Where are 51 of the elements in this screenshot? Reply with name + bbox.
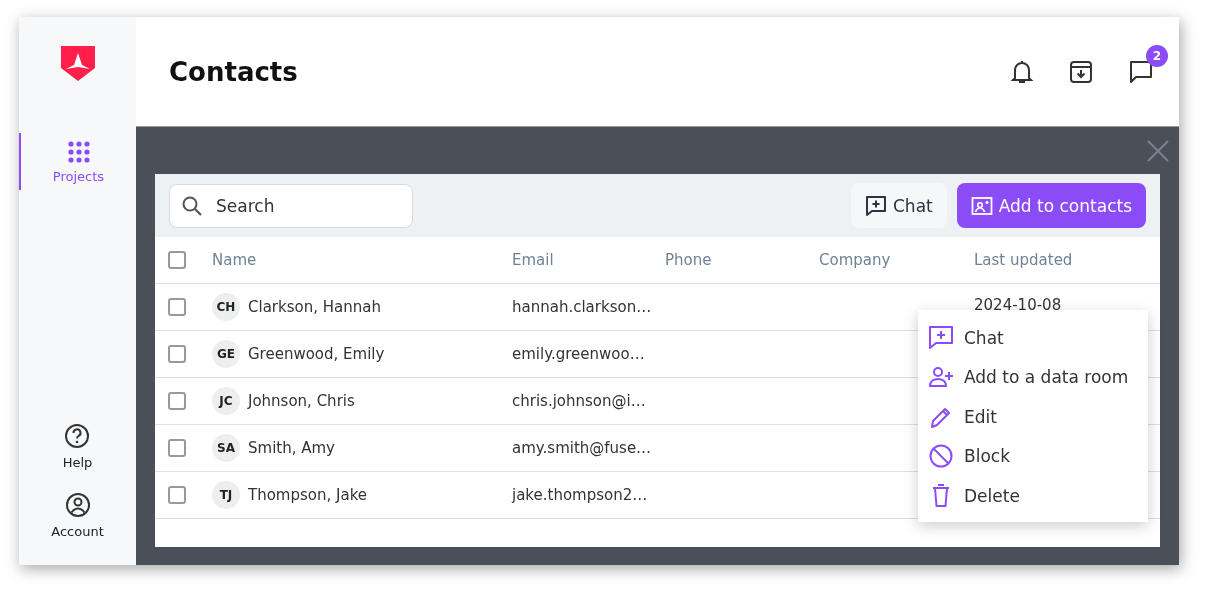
menu-item[interactable]: Edit	[918, 397, 1148, 437]
row-checkbox[interactable]	[168, 392, 186, 410]
sidebar-item[interactable]: Account	[51, 492, 104, 539]
row-checkbox[interactable]	[168, 486, 186, 504]
contact-name: Greenwood, Emily	[248, 345, 385, 363]
search-icon	[181, 194, 203, 217]
row-checkbox[interactable]	[168, 298, 186, 316]
column-header[interactable]: Last updated	[974, 251, 1124, 269]
column-header[interactable]: Company	[819, 251, 974, 269]
initials-avatar: CH	[212, 293, 240, 321]
column-header[interactable]: Email	[512, 251, 665, 269]
download-box-icon[interactable]	[1069, 59, 1093, 84]
grid-icon	[67, 141, 90, 163]
contact-name: Thompson, Jake	[248, 486, 367, 504]
menu-item[interactable]: Add to a data room	[918, 357, 1148, 397]
email-cell: jake.thompson2…	[512, 486, 648, 504]
date-cell: 2024-10-08	[974, 296, 1062, 314]
account-icon	[64, 492, 91, 518]
help-icon	[64, 423, 91, 449]
message-icon[interactable]	[1128, 58, 1154, 85]
initials-avatar: JC	[212, 387, 240, 415]
email-cell: emily.greenwoo…	[512, 345, 645, 363]
sidebar-item[interactable]: Help	[62, 423, 93, 470]
bell-icon[interactable]	[1010, 58, 1034, 85]
email-cell: amy.smith@fuse…	[512, 439, 652, 457]
email-cell: hannah.clarkson…	[512, 298, 652, 316]
email-cell: chris.johnson@i…	[512, 392, 646, 410]
contact-name: Clarkson, Hannah	[248, 298, 381, 316]
chat-plus-icon	[928, 324, 954, 351]
block-icon	[928, 443, 954, 470]
menu-item[interactable]: Block	[918, 436, 1148, 476]
contact-card-icon	[970, 195, 993, 216]
close-icon[interactable]	[1147, 140, 1169, 162]
page-title: Contacts	[169, 56, 299, 87]
column-header[interactable]: Name	[212, 251, 512, 269]
row-checkbox[interactable]	[168, 439, 186, 457]
initials-avatar: TJ	[212, 481, 240, 509]
search-field[interactable]: Search	[169, 183, 413, 228]
contact-name: Smith, Amy	[248, 439, 335, 457]
row-checkbox[interactable]	[168, 345, 186, 363]
chat-button[interactable]: Chat	[851, 183, 947, 228]
column-header[interactable]: Phone	[665, 251, 819, 269]
chat-plus-icon	[865, 194, 887, 217]
initials-avatar: GE	[212, 340, 240, 368]
initials-avatar: SA	[212, 434, 240, 462]
add-to-contacts-button[interactable]: Add to contacts	[956, 183, 1146, 228]
menu-item[interactable]: Delete	[918, 476, 1148, 516]
notification-badge: 2	[1146, 44, 1168, 67]
select-all-checkbox[interactable]	[168, 251, 186, 269]
contact-name: Johnson, Chris	[248, 392, 355, 410]
menu-item[interactable]: Chat	[918, 318, 1148, 358]
